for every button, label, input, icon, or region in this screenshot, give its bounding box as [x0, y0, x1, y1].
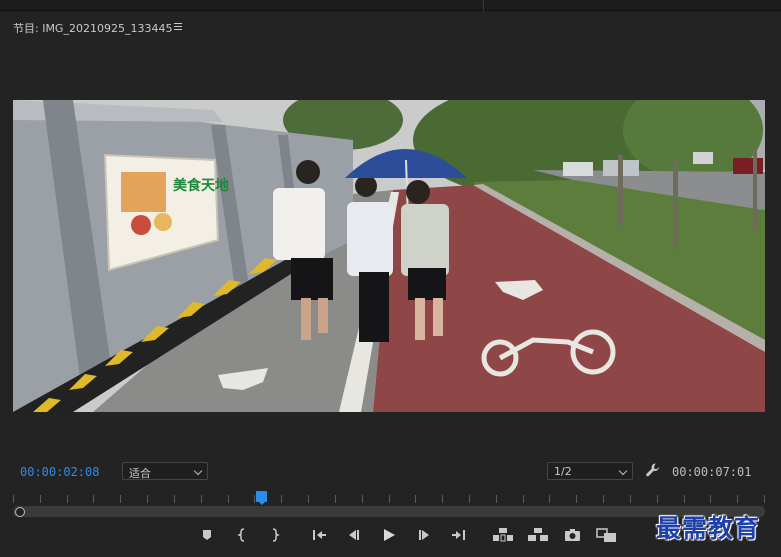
camera-icon	[565, 529, 580, 541]
ruler-tick	[549, 495, 550, 503]
step-forward-icon	[419, 530, 429, 540]
mark-in-button[interactable]	[234, 527, 252, 543]
time-ruler[interactable]	[13, 491, 765, 505]
mark-out-icon	[272, 528, 280, 542]
tab-strip-segment[interactable]	[0, 0, 484, 11]
zoom-fit-select[interactable]: 适合	[122, 462, 208, 480]
ruler-tick	[389, 495, 390, 503]
ruler-tick	[281, 495, 282, 503]
ruler-tick	[120, 495, 121, 503]
mark-in-icon	[237, 528, 245, 542]
step-forward-button[interactable]	[415, 527, 433, 543]
marker-icon	[203, 530, 211, 540]
ruler-tick	[254, 495, 255, 503]
extract-icon	[528, 528, 548, 541]
zoom-scrollbar[interactable]	[13, 506, 765, 517]
ruler-tick	[40, 495, 41, 503]
ruler-tick	[576, 495, 577, 503]
go-to-out-icon	[452, 530, 465, 540]
ruler-tick	[603, 495, 604, 503]
ruler-tick	[415, 495, 416, 503]
ruler-tick	[93, 495, 94, 503]
ruler-tick	[710, 495, 711, 503]
play-button[interactable]	[380, 527, 398, 543]
scrollbar-handle[interactable]	[15, 507, 25, 517]
play-icon	[384, 529, 395, 541]
playback-resolution-value: 1/2	[554, 465, 572, 478]
add-marker-button[interactable]	[198, 527, 216, 543]
playback-resolution-select[interactable]: 1/2	[547, 462, 633, 480]
ruler-tick	[469, 495, 470, 503]
extract-button[interactable]	[527, 527, 549, 543]
ruler-tick	[335, 495, 336, 503]
ruler-tick	[684, 495, 685, 503]
ruler-tick	[67, 495, 68, 503]
zoom-fit-value: 适合	[129, 467, 151, 480]
watermark-text: 最需教育	[656, 514, 761, 543]
panel-menu-icon[interactable]	[171, 19, 185, 33]
program-monitor-panel: 节目: IMG_20210925_133445 美食天地 00:00:02:08…	[0, 0, 781, 557]
ruler-tick	[308, 495, 309, 503]
ruler-tick	[201, 495, 202, 503]
go-to-out-button[interactable]	[450, 527, 468, 543]
playhead[interactable]	[256, 491, 267, 505]
total-duration: 00:00:07:01	[672, 465, 752, 479]
ruler-tick	[737, 495, 738, 503]
wrench-icon[interactable]	[645, 462, 661, 478]
chevron-down-icon	[193, 466, 203, 476]
ruler-tick	[523, 495, 524, 503]
go-to-in-button[interactable]	[310, 527, 328, 543]
compare-view-button[interactable]	[596, 527, 618, 543]
ruler-tick	[496, 495, 497, 503]
ruler-tick	[362, 495, 363, 503]
panel-title[interactable]: 节目: IMG_20210925_133445	[13, 20, 172, 36]
ruler-tick	[442, 495, 443, 503]
go-to-in-icon	[313, 530, 326, 540]
ruler-tick	[630, 495, 631, 503]
lift-icon	[493, 528, 513, 542]
step-back-button[interactable]	[345, 527, 363, 543]
current-timecode[interactable]: 00:00:02:08	[20, 465, 99, 479]
video-preview[interactable]: 美食天地	[13, 100, 765, 412]
ruler-tick	[228, 495, 229, 503]
video-frame-image: 美食天地	[13, 100, 765, 412]
chevron-down-icon	[618, 466, 628, 476]
ruler-tick	[147, 495, 148, 503]
poster-text: 美食天地	[173, 177, 229, 194]
ruler-tick	[657, 495, 658, 503]
ruler-tick	[174, 495, 175, 503]
ruler-tick	[764, 495, 765, 503]
compare-icon	[596, 528, 616, 542]
step-back-icon	[349, 530, 359, 540]
ruler-tick	[13, 495, 14, 503]
lift-button[interactable]	[492, 527, 514, 543]
export-frame-button[interactable]	[563, 527, 583, 543]
mark-out-button[interactable]	[265, 527, 283, 543]
panel-tab-strip	[0, 0, 781, 11]
